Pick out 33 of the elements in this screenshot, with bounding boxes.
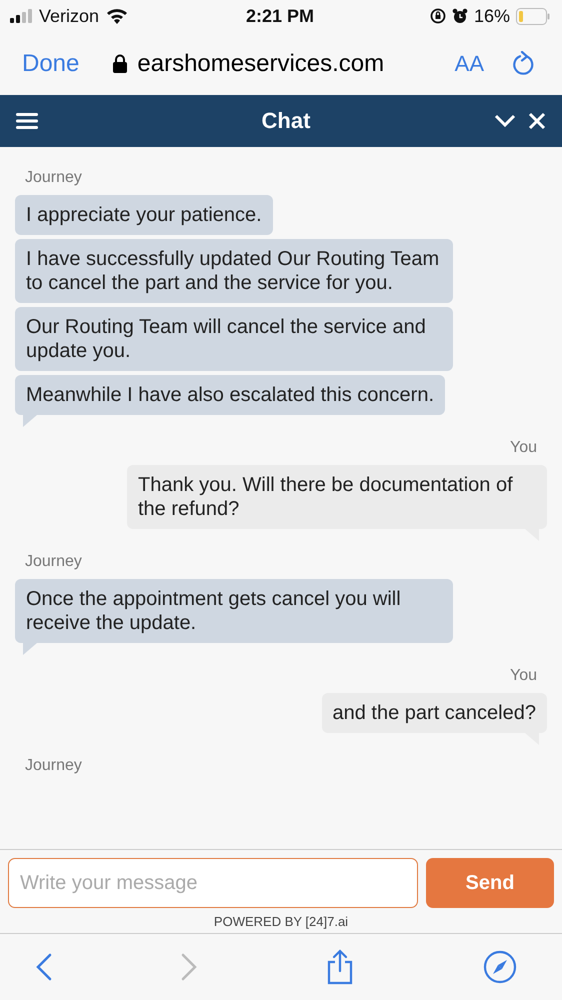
sender-name: You [509, 667, 538, 686]
menu-icon[interactable] [16, 113, 38, 129]
carrier-name: Verizon [39, 6, 100, 26]
text-size-button[interactable]: AA [454, 50, 484, 76]
close-icon[interactable] [528, 112, 546, 130]
message-bubble: I appreciate your patience. [15, 195, 273, 235]
sender-name: Journey [24, 757, 83, 776]
bubble-tail [23, 643, 37, 655]
sender-name: Journey [24, 553, 83, 572]
back-icon[interactable] [36, 953, 52, 981]
chevron-down-icon[interactable] [494, 114, 516, 128]
reload-icon[interactable] [512, 50, 536, 76]
compass-icon[interactable] [483, 950, 517, 984]
rotation-lock-icon [430, 8, 446, 24]
bubble-tail [23, 415, 37, 427]
powered-by-text: POWERED BY [24]7.ai [214, 914, 348, 929]
done-button[interactable]: Done [22, 50, 80, 78]
message-bubble: Our Routing Team will cancel the service and update you. [15, 307, 453, 371]
signal-icon [10, 9, 32, 23]
sender-name: Journey [24, 169, 83, 188]
send-button[interactable]: Send [426, 858, 554, 908]
url-text[interactable]: earshomeservices.com [137, 50, 384, 78]
battery-percent: 16% [474, 6, 510, 26]
clock-time: 2:21 PM [246, 6, 314, 26]
battery-icon [516, 8, 550, 24]
message-input[interactable]: Write your message [8, 858, 418, 908]
sender-name: You [509, 439, 538, 458]
share-icon[interactable] [326, 949, 354, 985]
chat-title: Chat [260, 108, 312, 134]
message-bubble: I have successfully updated Our Routing Team to cancel the part and the service for you. [15, 239, 453, 303]
alarm-icon [452, 8, 468, 24]
lock-icon [113, 54, 128, 73]
wifi-icon [106, 8, 128, 24]
